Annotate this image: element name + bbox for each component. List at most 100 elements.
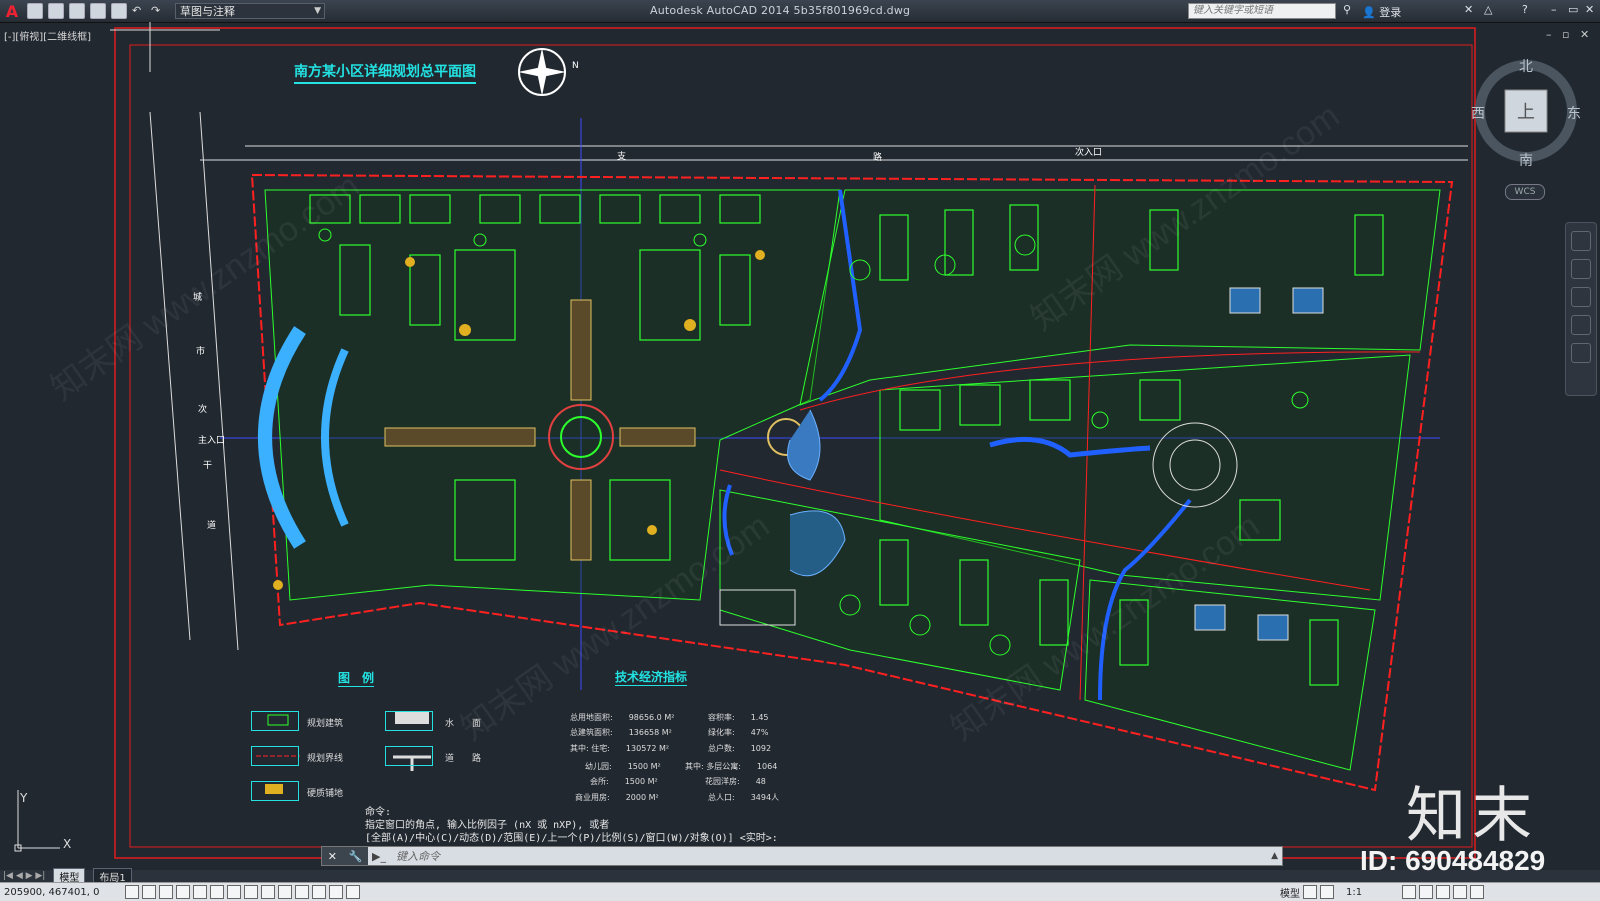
- brand-logo: 知末: [1406, 781, 1538, 851]
- snap-icon[interactable]: [142, 885, 156, 899]
- tab-nav-arrows-icon[interactable]: |◀ ◀ ▶ ▶|: [3, 871, 45, 881]
- login-label: 登录: [1379, 6, 1402, 19]
- panel-2: [1292, 287, 1324, 314]
- quick-view-drawings-icon[interactable]: [1320, 885, 1334, 899]
- command-input[interactable]: 键入命令: [396, 848, 440, 864]
- search-input[interactable]: 键入关键字或短语: [1188, 3, 1336, 19]
- legend-title: 图 例: [338, 671, 375, 687]
- shrub: [273, 580, 283, 590]
- selection-cycling-icon[interactable]: [346, 885, 360, 899]
- ortho-icon[interactable]: [176, 885, 190, 899]
- command-history-line: 命令:: [365, 807, 392, 818]
- road-left-4: 干: [203, 461, 213, 471]
- login-button[interactable]: 👤 登录: [1362, 4, 1401, 20]
- redo-icon[interactable]: ↷: [151, 4, 165, 18]
- undo-icon[interactable]: ↶: [132, 4, 146, 18]
- 3d-osnap-icon[interactable]: [227, 885, 241, 899]
- transparency-icon[interactable]: [312, 885, 326, 899]
- osnap-icon[interactable]: [210, 885, 224, 899]
- minimize-icon[interactable]: –: [1551, 3, 1557, 16]
- ducs-icon[interactable]: [261, 885, 275, 899]
- maximize-icon[interactable]: ▭: [1568, 3, 1578, 16]
- econ-item: 总用地面积: 98656.0 M²: [570, 713, 675, 722]
- central-promenade-west: [384, 427, 536, 447]
- central-promenade-north: [570, 299, 592, 401]
- annotation-scale[interactable]: 1:1: [1346, 887, 1362, 898]
- viewcube-west-label[interactable]: 西: [1471, 103, 1485, 123]
- econ-item: 幼儿园: 1500 M²: [585, 762, 661, 771]
- econ-item: 会所: 1500 M²: [590, 777, 658, 786]
- binoculars-icon[interactable]: ⚲: [1343, 3, 1351, 16]
- command-history-line: [全部(A)/中心(C)/动态(D)/范围(E)/上一个(P)/比例(S)/窗口…: [365, 833, 778, 844]
- customize-icon[interactable]: 🔧: [349, 850, 363, 863]
- viewcube-south-label[interactable]: 南: [1519, 150, 1533, 170]
- command-line-buttons: ✕ 🔧: [322, 847, 368, 865]
- econ-item: 总人口: 3494人: [708, 793, 780, 802]
- zoom-icon[interactable]: [1571, 287, 1591, 307]
- wcs-menu[interactable]: WCS: [1505, 184, 1545, 200]
- orbit-icon[interactable]: [1571, 315, 1591, 335]
- workspace-switch-icon[interactable]: [1402, 885, 1417, 899]
- grid-icon[interactable]: [159, 885, 173, 899]
- open-file-icon[interactable]: [48, 3, 64, 19]
- road-label-1: 支: [617, 152, 627, 162]
- quick-view-layouts-icon[interactable]: [1303, 885, 1317, 899]
- shrub: [647, 525, 657, 535]
- save-icon[interactable]: [69, 3, 85, 19]
- shrub: [405, 257, 415, 267]
- entrance-north-label: 次入口: [1075, 148, 1103, 158]
- lock-icon[interactable]: [1419, 885, 1434, 899]
- legend-label: 水 面: [445, 719, 482, 729]
- ucs-x-label: X: [63, 837, 71, 851]
- road-left-1: 城: [193, 293, 203, 303]
- quick-properties-icon[interactable]: [329, 885, 343, 899]
- panel-3: [1194, 604, 1226, 631]
- command-line[interactable]: ✕ 🔧 ▶_ 键入命令 ▲: [321, 846, 1283, 866]
- showmotion-icon[interactable]: [1571, 343, 1591, 363]
- exchange-icon[interactable]: ✕: [1464, 3, 1473, 16]
- infer-constraints-icon[interactable]: [125, 885, 139, 899]
- otrack-icon[interactable]: [244, 885, 258, 899]
- viewcube-east-label[interactable]: 东: [1567, 103, 1581, 123]
- model-space-button[interactable]: 模型: [1280, 885, 1300, 900]
- chevron-up-icon[interactable]: ▲: [1271, 851, 1278, 861]
- econ-item: 其中: 住宅: 130572 M²: [570, 744, 670, 753]
- coordinate-readout: 205900, 467401, 0: [4, 886, 100, 898]
- viewcube-north-label[interactable]: 北: [1519, 56, 1533, 76]
- workspace-select[interactable]: 草图与注释 ▼: [175, 3, 325, 19]
- dyn-icon[interactable]: [278, 885, 292, 899]
- viewcube-top-label[interactable]: 上: [1517, 98, 1535, 124]
- steering-wheel-icon[interactable]: [1571, 231, 1591, 251]
- road-label-2: 路: [873, 153, 883, 163]
- legend-paving-box: [251, 781, 299, 801]
- close-icon[interactable]: ✕: [1585, 3, 1594, 16]
- pan-icon[interactable]: [1571, 259, 1591, 279]
- autocad-logo-icon[interactable]: A: [2, 1, 22, 21]
- legend-label: 硬质铺地: [307, 789, 344, 799]
- econ-item: 容积率: 1.45: [708, 713, 769, 722]
- chevron-down-icon: ▼: [314, 6, 321, 16]
- polar-icon[interactable]: [193, 885, 207, 899]
- clean-screen-icon[interactable]: [1470, 885, 1485, 899]
- a360-icon[interactable]: △: [1484, 3, 1492, 16]
- drawing-canvas[interactable]: Y X: [0, 22, 1600, 870]
- save-as-icon[interactable]: [90, 3, 106, 19]
- close-command-icon[interactable]: ✕: [328, 850, 337, 863]
- econ-item: 商业用房: 2000 M²: [575, 793, 659, 802]
- lineweight-icon[interactable]: [295, 885, 309, 899]
- isolate-objects-icon[interactable]: [1453, 885, 1468, 899]
- north-arrow-label: N: [572, 61, 579, 71]
- legend-label: 规划建筑: [307, 719, 344, 729]
- road-west-edge-2: [199, 111, 239, 651]
- print-icon[interactable]: [111, 3, 127, 19]
- hardware-acceleration-icon[interactable]: [1436, 885, 1451, 899]
- new-file-icon[interactable]: [27, 3, 43, 19]
- econ-item: 绿化率: 47%: [708, 728, 769, 737]
- econ-item: 总户数: 1092: [708, 744, 772, 753]
- legend-label: 规划界线: [307, 754, 344, 764]
- north-arrow-icon: [518, 48, 566, 96]
- shrub: [459, 324, 471, 336]
- help-icon[interactable]: ?: [1522, 3, 1528, 16]
- econ-item: 总建筑面积: 136658 M²: [570, 728, 672, 737]
- road-left-5: 道: [207, 521, 217, 531]
